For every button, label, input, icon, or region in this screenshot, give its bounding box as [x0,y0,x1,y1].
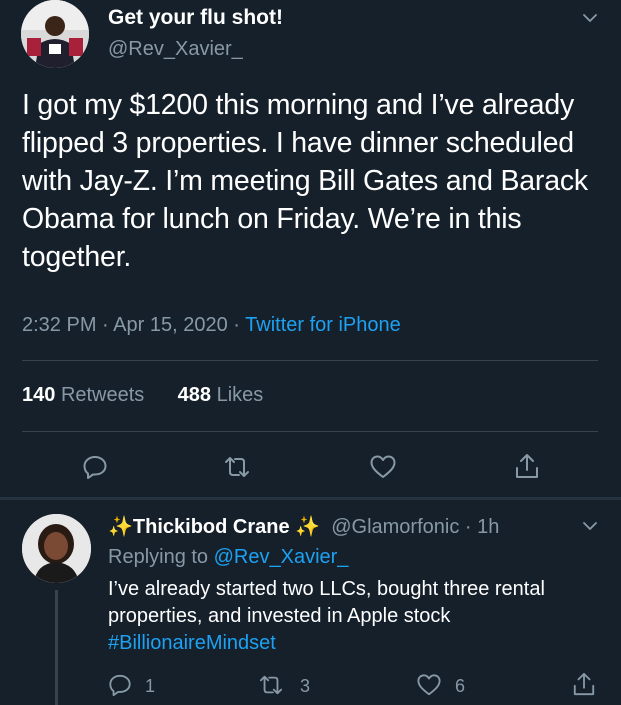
reply-header: ✨Thickibod Crane ✨ @Glamorfonic · 1h [108,514,499,539]
retweets-count: 140 [22,384,56,406]
meta-separator: · [102,314,109,336]
avatar-image [21,0,89,68]
reply-time[interactable]: 1h [477,516,499,538]
reply-avatar-image [22,514,91,583]
handle[interactable]: @Rev_Xavier_ [108,38,243,61]
retweet-icon[interactable] [223,454,251,480]
heart-icon[interactable] [416,673,442,697]
sparkle-emoji: ✨ [295,516,321,538]
tweet-separator [0,497,621,500]
divider [22,360,598,361]
replying-to-handle[interactable]: @Rev_Xavier_ [214,546,349,568]
hashtag-link[interactable]: #BillionaireMindset [108,632,276,654]
retweet-count: 3 [300,676,311,696]
retweets-stat[interactable]: 140 Retweets [22,384,144,406]
reply-icon[interactable] [108,673,132,697]
reply-handle[interactable]: @Glamorfonic [331,516,459,538]
tweet-meta: 2:32 PM · Apr 15, 2020 · Twitter for iPh… [22,314,401,337]
reply-count: 1 [145,676,156,696]
retweets-label: Retweets [60,384,145,406]
reply-display-name[interactable]: Thickibod Crane [133,516,290,538]
share-icon[interactable] [514,452,540,480]
tweet-time: 2:32 PM [22,314,97,336]
like-count: 6 [455,676,466,696]
divider [22,431,598,432]
thread-line [55,590,58,705]
reply-icon[interactable] [82,454,108,480]
tweet-source[interactable]: Twitter for iPhone [245,314,401,336]
meta-separator: · [464,516,472,538]
share-icon[interactable] [572,671,596,697]
reply-text: I’ve already started two LLCs, bought th… [108,578,545,627]
heart-icon[interactable] [369,454,397,480]
tweet-text: I got my $1200 this morning and I’ve alr… [22,89,588,273]
avatar[interactable] [21,0,89,68]
reply-text-block: I’ve already started two LLCs, bought th… [108,576,608,657]
likes-stat[interactable]: 488 Likes [178,384,264,406]
reply-avatar[interactable] [22,514,91,583]
meta-separator: · [233,314,240,336]
chevron-down-icon[interactable] [582,518,598,534]
likes-label: Likes [216,384,264,406]
sparkle-emoji: ✨ [108,516,133,538]
chevron-down-icon[interactable] [582,10,598,26]
replying-to: Replying to @Rev_Xavier_ [108,546,348,569]
retweet-icon[interactable] [258,673,284,697]
tweet-date[interactable]: Apr 15, 2020 [113,314,228,336]
likes-count: 488 [177,384,212,406]
tweet-stats: 140 Retweets 488 Likes [22,384,263,407]
display-name[interactable]: Get your flu shot! [108,6,283,30]
replying-prefix: Replying to [108,546,209,568]
